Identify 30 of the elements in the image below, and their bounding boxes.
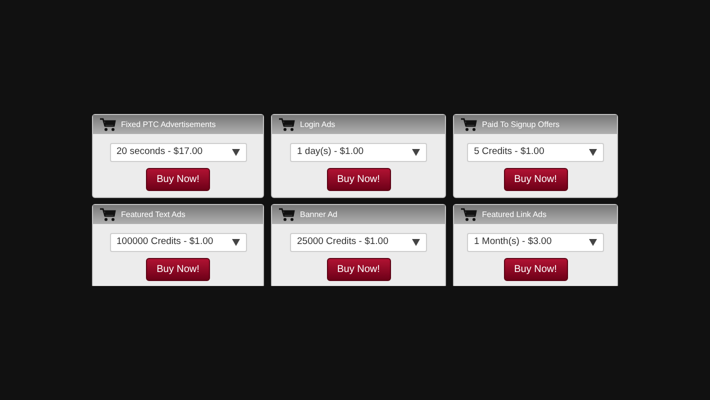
option-dropdown[interactable]: 1 day(s) - $1.00	[290, 143, 427, 162]
card-title: Login Ads	[300, 118, 336, 130]
card-title: Featured Text Ads	[121, 208, 186, 220]
dropdown-arrow-icon	[589, 239, 597, 246]
dropdown-arrow-icon	[232, 239, 240, 246]
buy-now-button[interactable]: Buy Now!	[504, 258, 568, 281]
cart-icon	[461, 118, 477, 132]
buy-now-button[interactable]: Buy Now!	[146, 258, 210, 281]
option-dropdown[interactable]: 1 Month(s) - $3.00	[467, 233, 604, 252]
card-title: Fixed PTC Advertisements	[121, 118, 216, 130]
dropdown-arrow-icon	[232, 149, 240, 156]
cart-icon	[100, 208, 116, 222]
cart-icon	[279, 208, 295, 222]
option-dropdown[interactable]: 25000 Credits - $1.00	[290, 233, 427, 252]
card-title: Paid To Signup Offers	[482, 118, 560, 130]
card-title: Featured Link Ads	[482, 208, 546, 220]
option-dropdown[interactable]: 20 seconds - $17.00	[110, 143, 246, 162]
cart-icon	[461, 208, 477, 222]
option-dropdown[interactable]: 100000 Credits - $1.00	[110, 233, 246, 252]
dropdown-arrow-icon	[412, 239, 420, 246]
card-title: Banner Ad	[300, 208, 338, 220]
buy-now-button[interactable]: Buy Now!	[326, 168, 390, 191]
buy-now-button[interactable]: Buy Now!	[504, 168, 568, 191]
buy-now-button[interactable]: Buy Now!	[146, 168, 210, 191]
buy-now-button[interactable]: Buy Now!	[326, 258, 390, 281]
cart-icon	[279, 118, 295, 132]
cart-icon	[100, 118, 116, 132]
option-dropdown[interactable]: 5 Credits - $1.00	[467, 143, 604, 162]
dropdown-arrow-icon	[589, 149, 597, 156]
dropdown-arrow-icon	[412, 149, 420, 156]
